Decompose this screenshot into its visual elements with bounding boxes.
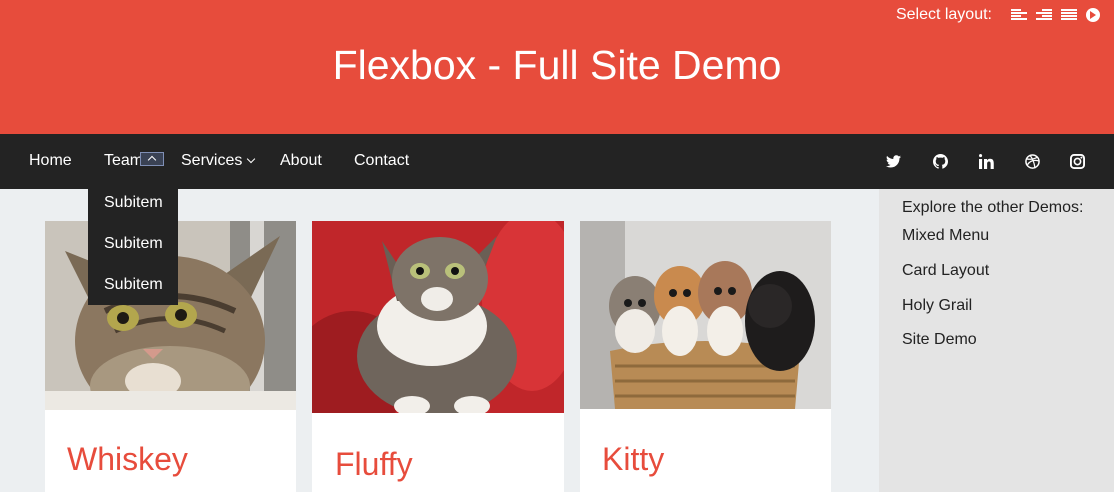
sidebar-link-card-layout[interactable]: Card Layout: [902, 262, 989, 280]
chevron-down-icon: [247, 154, 256, 164]
kitten-photo: [580, 221, 831, 409]
sidebar-link-holy-grail[interactable]: Holy Grail: [902, 297, 972, 315]
card-kitty[interactable]: Kitty: [580, 221, 831, 492]
sidebar-link-site-demo[interactable]: Site Demo: [902, 331, 977, 349]
card-title: Whiskey: [67, 441, 188, 477]
nav-item-team-label: Team: [104, 152, 144, 169]
sidebar-intro: Explore the other Demos:: [902, 199, 1084, 216]
arrow-circle-right-icon[interactable]: [1086, 8, 1100, 22]
dropdown-item[interactable]: Subitem: [104, 276, 163, 294]
dribbble-icon[interactable]: [1024, 153, 1040, 169]
twitter-icon[interactable]: [885, 153, 901, 169]
card-title: Kitty: [602, 441, 665, 477]
dropdown-item[interactable]: Subitem: [104, 194, 163, 212]
main-nav: Home Team Services About Contact: [0, 134, 1114, 189]
nav-item-home[interactable]: Home: [29, 152, 72, 170]
dropdown-item[interactable]: Subitem: [104, 235, 163, 253]
nav-item-services-label: Services: [181, 152, 243, 169]
layout-selector: Select layout:: [896, 6, 1100, 24]
instagram-icon[interactable]: [1069, 153, 1085, 169]
layout-label: Select layout:: [895, 6, 992, 23]
site-header: Select layout: Flexbox - Full Site Demo: [0, 0, 1114, 134]
kitten-photo: [312, 221, 564, 413]
sidebar: Explore the other Demos: Mixed Menu Card…: [879, 189, 1114, 492]
align-justify-icon[interactable]: [1061, 9, 1077, 21]
github-icon[interactable]: [932, 153, 948, 169]
align-right-icon[interactable]: [1036, 9, 1052, 21]
sidebar-link-mixed-menu[interactable]: Mixed Menu: [902, 227, 989, 245]
nav-item-contact[interactable]: Contact: [354, 152, 409, 170]
page-title: Flexbox - Full Site Demo: [332, 42, 782, 88]
linkedin-icon[interactable]: [978, 153, 994, 169]
card-title: Fluffy: [335, 446, 413, 482]
nav-item-services[interactable]: Services: [181, 152, 256, 170]
nav-item-about[interactable]: About: [280, 152, 322, 170]
team-dropdown-menu: Subitem Subitem Subitem: [88, 189, 178, 305]
card-fluffy[interactable]: Fluffy: [312, 221, 564, 492]
align-left-icon[interactable]: [1011, 9, 1027, 21]
chevron-up-icon[interactable]: [140, 151, 165, 166]
nav-item-team[interactable]: Team: [104, 151, 165, 170]
